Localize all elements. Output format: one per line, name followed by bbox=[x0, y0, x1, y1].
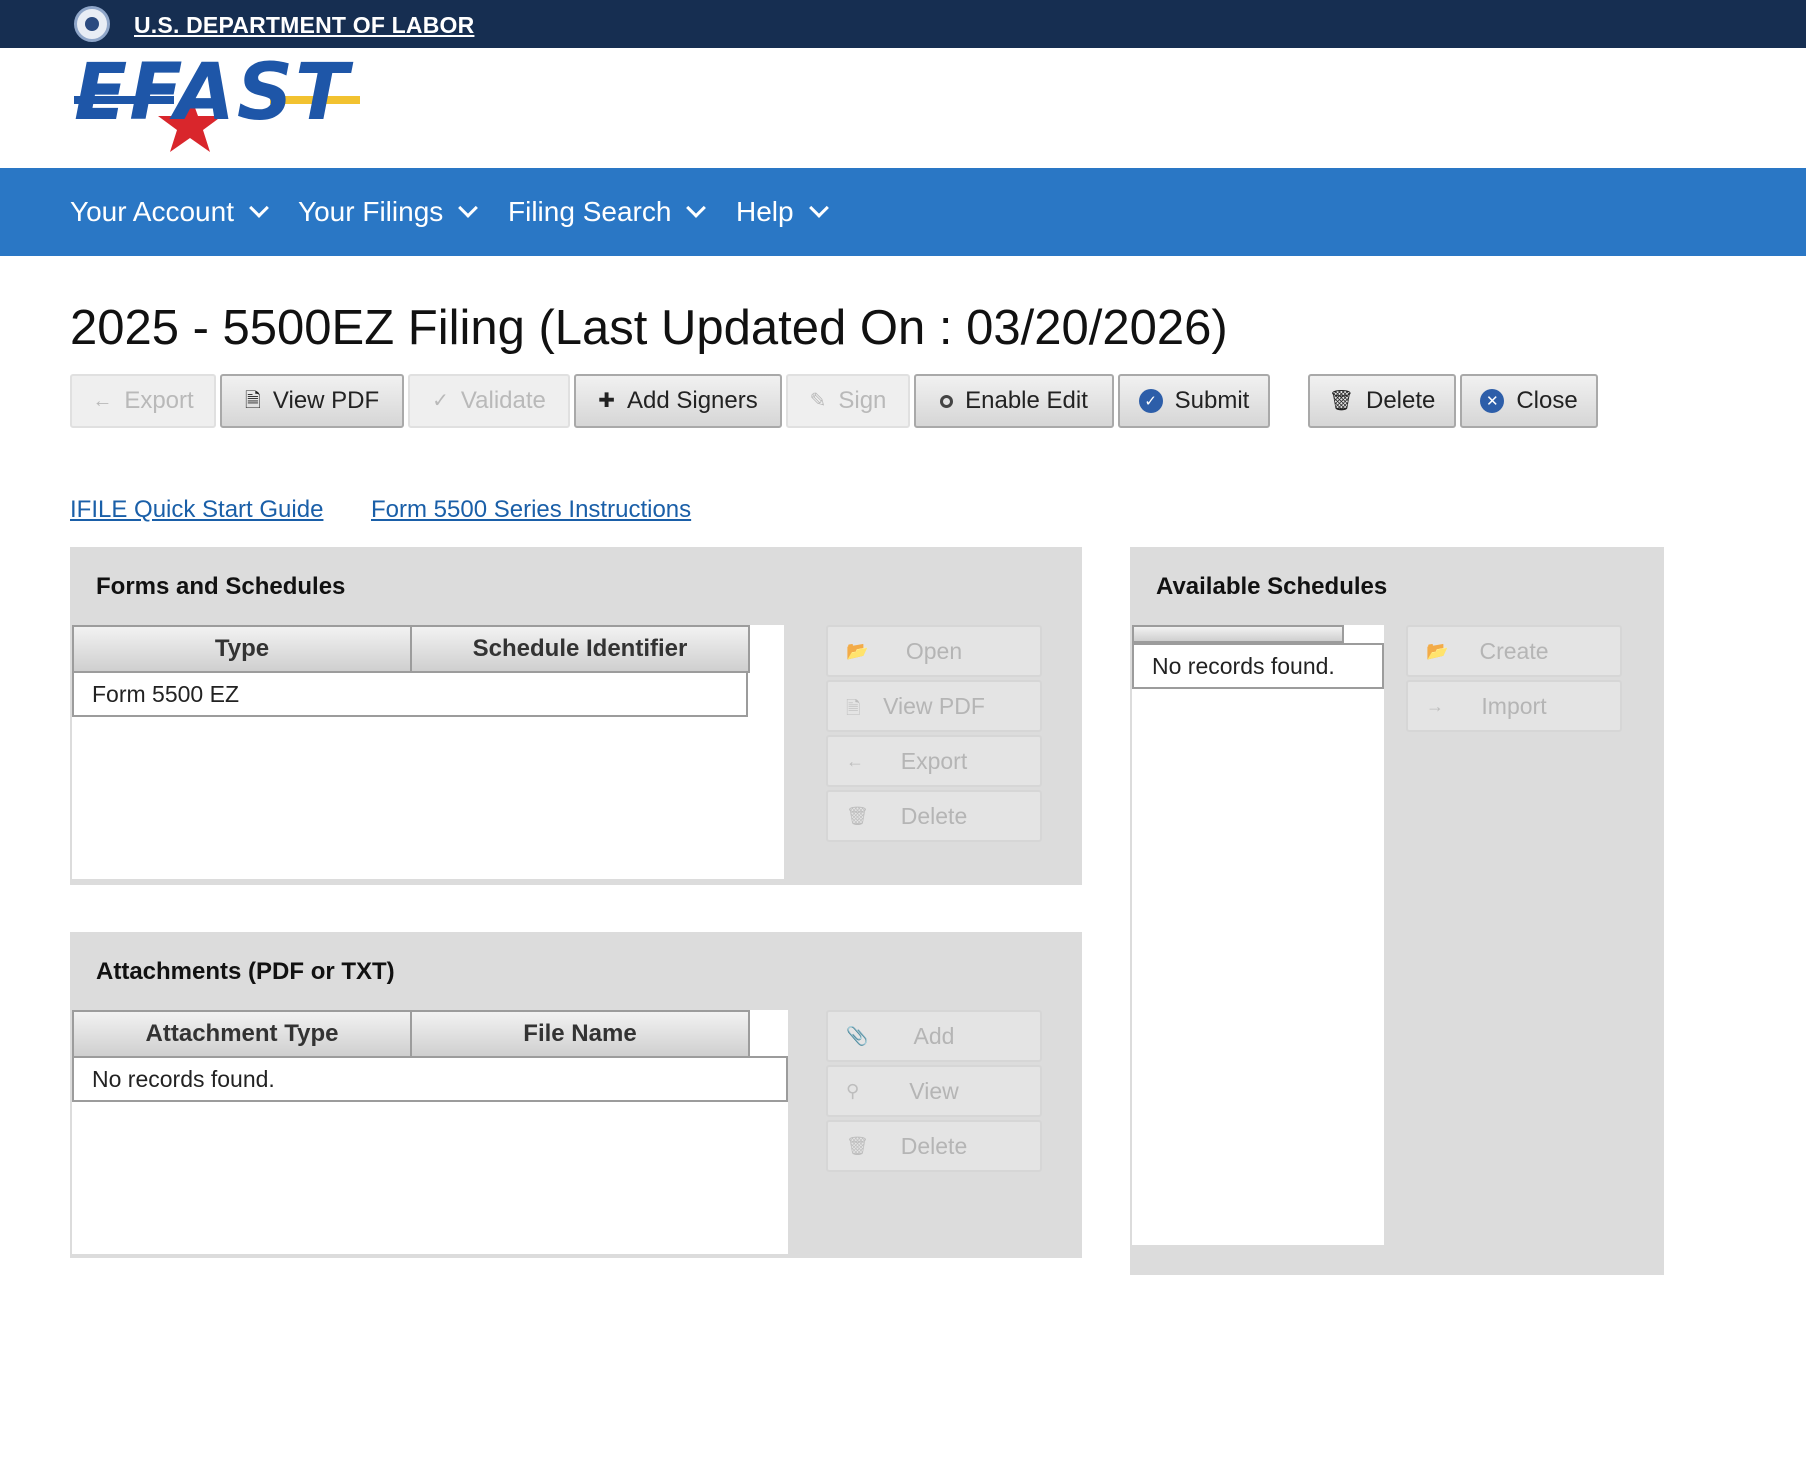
checkmark-icon: ✓ bbox=[432, 390, 449, 412]
table-row[interactable]: Form 5500 EZ bbox=[72, 671, 748, 717]
validate-label: Validate bbox=[460, 387, 546, 414]
folder-open-icon: 📂 bbox=[846, 641, 869, 661]
nav-filing-search[interactable]: Filing Search bbox=[508, 196, 707, 228]
efast-logo-text: EFAST bbox=[74, 48, 351, 138]
chevron-down-icon bbox=[808, 198, 829, 218]
view-attachment-button[interactable]: ⚲ View bbox=[826, 1065, 1042, 1117]
close-button[interactable]: ✕ Close bbox=[1460, 374, 1598, 428]
view-pdf-button[interactable]: 🗎 View PDF bbox=[220, 374, 404, 428]
folder-open-icon: 📂 bbox=[1426, 641, 1449, 661]
view-label: View bbox=[909, 1077, 959, 1104]
gov-banner: U.S. DEPARTMENT OF LABOR bbox=[0, 0, 1806, 48]
quick-start-guide-link[interactable]: IFILE Quick Start Guide bbox=[70, 496, 323, 524]
create-label: Create bbox=[1479, 637, 1549, 664]
plus-icon: ✚ bbox=[598, 390, 615, 412]
schedules-panel-title: Available Schedules bbox=[1156, 573, 1388, 600]
nav-label: Help bbox=[736, 196, 794, 227]
sign-button[interactable]: ✎ Sign bbox=[786, 374, 910, 428]
arrow-left-icon: ← bbox=[92, 390, 113, 412]
open-label: Open bbox=[905, 637, 963, 664]
forms-panel-title: Forms and Schedules bbox=[96, 573, 346, 600]
delete-form-button[interactable]: 🗑 Delete bbox=[826, 790, 1042, 842]
add-label: Add bbox=[913, 1022, 955, 1049]
pencil-icon: ✎ bbox=[809, 390, 827, 412]
attachments-panel: Attachments (PDF or TXT) Attachment Type… bbox=[70, 932, 1082, 1258]
submit-label: Submit bbox=[1174, 387, 1250, 414]
forms-grid: Type Schedule Identifier Form 5500 EZ bbox=[72, 625, 784, 879]
create-schedule-button[interactable]: 📂 Create bbox=[1406, 625, 1622, 677]
magnifier-icon: ⚲ bbox=[846, 1081, 860, 1101]
add-attachment-button[interactable]: 📎 Add bbox=[826, 1010, 1042, 1062]
column-header-schedule-identifier[interactable]: Schedule Identifier bbox=[410, 625, 750, 673]
main-nav: Your Account Your Filings Filing Search … bbox=[0, 168, 1806, 256]
arrow-right-icon: → bbox=[1426, 696, 1444, 716]
empty-row: No records found. bbox=[1132, 643, 1384, 689]
available-schedules-panel: Available Schedules No records found. 📂 … bbox=[1130, 547, 1664, 1275]
open-form-button[interactable]: 📂 Open bbox=[826, 625, 1042, 677]
export-label: Export bbox=[124, 387, 194, 414]
export-form-button[interactable]: ← Export bbox=[826, 735, 1042, 787]
attachments-grid: Attachment Type File Name No records fou… bbox=[72, 1010, 788, 1254]
column-header-type[interactable]: Type bbox=[72, 625, 412, 673]
view-form-pdf-button[interactable]: 🗎 View PDF bbox=[826, 680, 1042, 732]
paperclip-icon: 📎 bbox=[846, 1026, 869, 1046]
dol-home-link[interactable]: U.S. DEPARTMENT OF LABOR bbox=[134, 12, 474, 39]
empty-message: No records found. bbox=[1152, 652, 1335, 679]
series-instructions-link[interactable]: Form 5500 Series Instructions bbox=[371, 496, 691, 524]
column-header-attachment-type[interactable]: Attachment Type bbox=[72, 1010, 412, 1058]
close-circle-icon: ✕ bbox=[1480, 389, 1505, 413]
attachments-panel-title: Attachments (PDF or TXT) bbox=[96, 958, 395, 985]
schedules-grid: No records found. bbox=[1132, 625, 1384, 1245]
efast-logo[interactable]: EFAST bbox=[70, 52, 380, 162]
delete-button[interactable]: 🗑 Delete bbox=[1308, 374, 1456, 428]
trash-icon: 🗑 bbox=[1328, 390, 1354, 412]
validate-button[interactable]: ✓ Validate bbox=[408, 374, 570, 428]
document-icon: 🗎 bbox=[846, 698, 861, 718]
view-pdf-label: View PDF bbox=[883, 692, 985, 719]
chevron-down-icon bbox=[686, 198, 707, 218]
document-icon: 🗎 bbox=[244, 390, 261, 412]
trash-icon: 🗑 bbox=[846, 1136, 869, 1156]
nav-label: Filing Search bbox=[508, 196, 672, 227]
add-signers-button[interactable]: ✚ Add Signers bbox=[574, 374, 782, 428]
import-label: Import bbox=[1481, 692, 1547, 719]
delete-label: Delete bbox=[900, 802, 968, 829]
check-circle-icon: ✓ bbox=[1138, 389, 1163, 413]
delete-label: Delete bbox=[1366, 387, 1436, 414]
chevron-down-icon bbox=[458, 198, 479, 218]
nav-help[interactable]: Help bbox=[736, 196, 829, 228]
delete-label: Delete bbox=[900, 1132, 968, 1159]
arrow-left-icon: ← bbox=[846, 751, 864, 771]
add-signers-label: Add Signers bbox=[627, 387, 758, 414]
import-schedule-button[interactable]: → Import bbox=[1406, 680, 1622, 732]
nav-your-account[interactable]: Your Account bbox=[70, 196, 269, 228]
page-title: 2025 - 5500EZ Filing (Last Updated On : … bbox=[70, 301, 1228, 355]
submit-button[interactable]: ✓ Submit bbox=[1118, 374, 1270, 428]
nav-your-filings[interactable]: Your Filings bbox=[298, 196, 479, 228]
nav-label: Your Filings bbox=[298, 196, 444, 227]
trash-icon: 🗑 bbox=[846, 806, 869, 826]
delete-attachment-button[interactable]: 🗑 Delete bbox=[826, 1120, 1042, 1172]
enable-edit-button[interactable]: Enable Edit bbox=[914, 374, 1114, 428]
sign-label: Sign bbox=[838, 387, 887, 414]
chevron-down-icon bbox=[249, 198, 269, 218]
row-type-cell: Form 5500 EZ bbox=[92, 680, 239, 707]
dol-seal-icon bbox=[74, 6, 110, 42]
column-header-file-name[interactable]: File Name bbox=[410, 1010, 750, 1058]
circle-icon bbox=[940, 394, 954, 408]
empty-row: No records found. bbox=[72, 1056, 788, 1102]
enable-edit-label: Enable Edit bbox=[965, 387, 1088, 414]
close-label: Close bbox=[1516, 387, 1578, 414]
view-pdf-label: View PDF bbox=[272, 387, 380, 414]
empty-message: No records found. bbox=[92, 1065, 275, 1092]
export-label: Export bbox=[900, 747, 968, 774]
export-button[interactable]: ← Export bbox=[70, 374, 216, 428]
column-header bbox=[1132, 625, 1344, 643]
forms-schedules-panel: Forms and Schedules Type Schedule Identi… bbox=[70, 547, 1082, 885]
nav-label: Your Account bbox=[70, 196, 234, 227]
